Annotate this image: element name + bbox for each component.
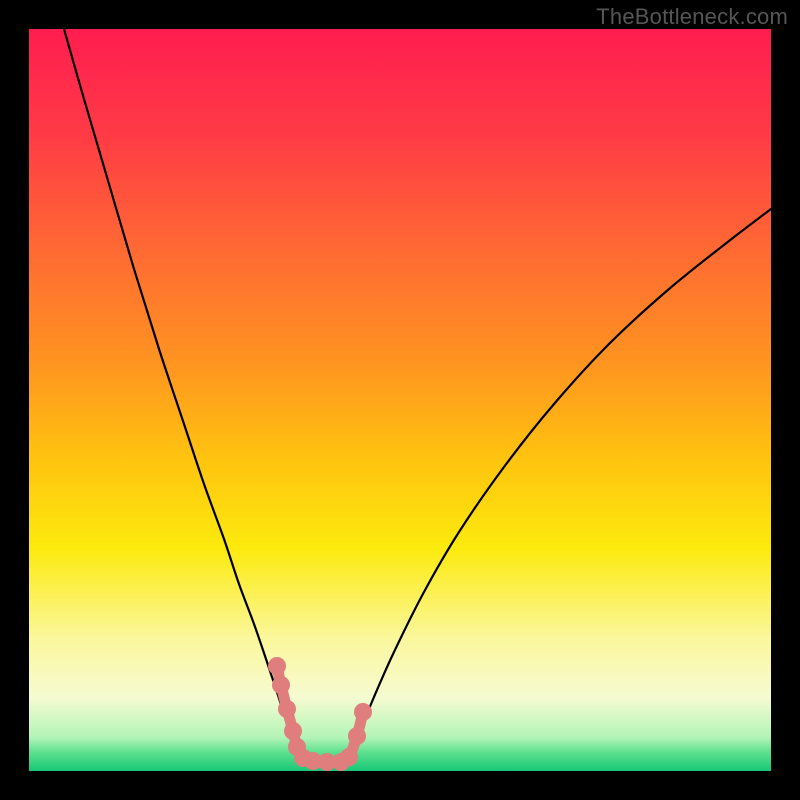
chart-frame: TheBottleneck.com: [0, 0, 800, 800]
data-marker: [354, 703, 372, 721]
data-marker: [278, 700, 296, 718]
plot-area: [29, 29, 771, 771]
watermark-text: TheBottleneck.com: [596, 4, 788, 30]
data-marker: [348, 727, 366, 745]
data-marker: [340, 748, 358, 766]
data-marker: [268, 657, 286, 675]
data-marker: [272, 676, 290, 694]
chart-svg: [29, 29, 771, 771]
data-marker: [284, 722, 302, 740]
gradient-background: [29, 29, 771, 771]
